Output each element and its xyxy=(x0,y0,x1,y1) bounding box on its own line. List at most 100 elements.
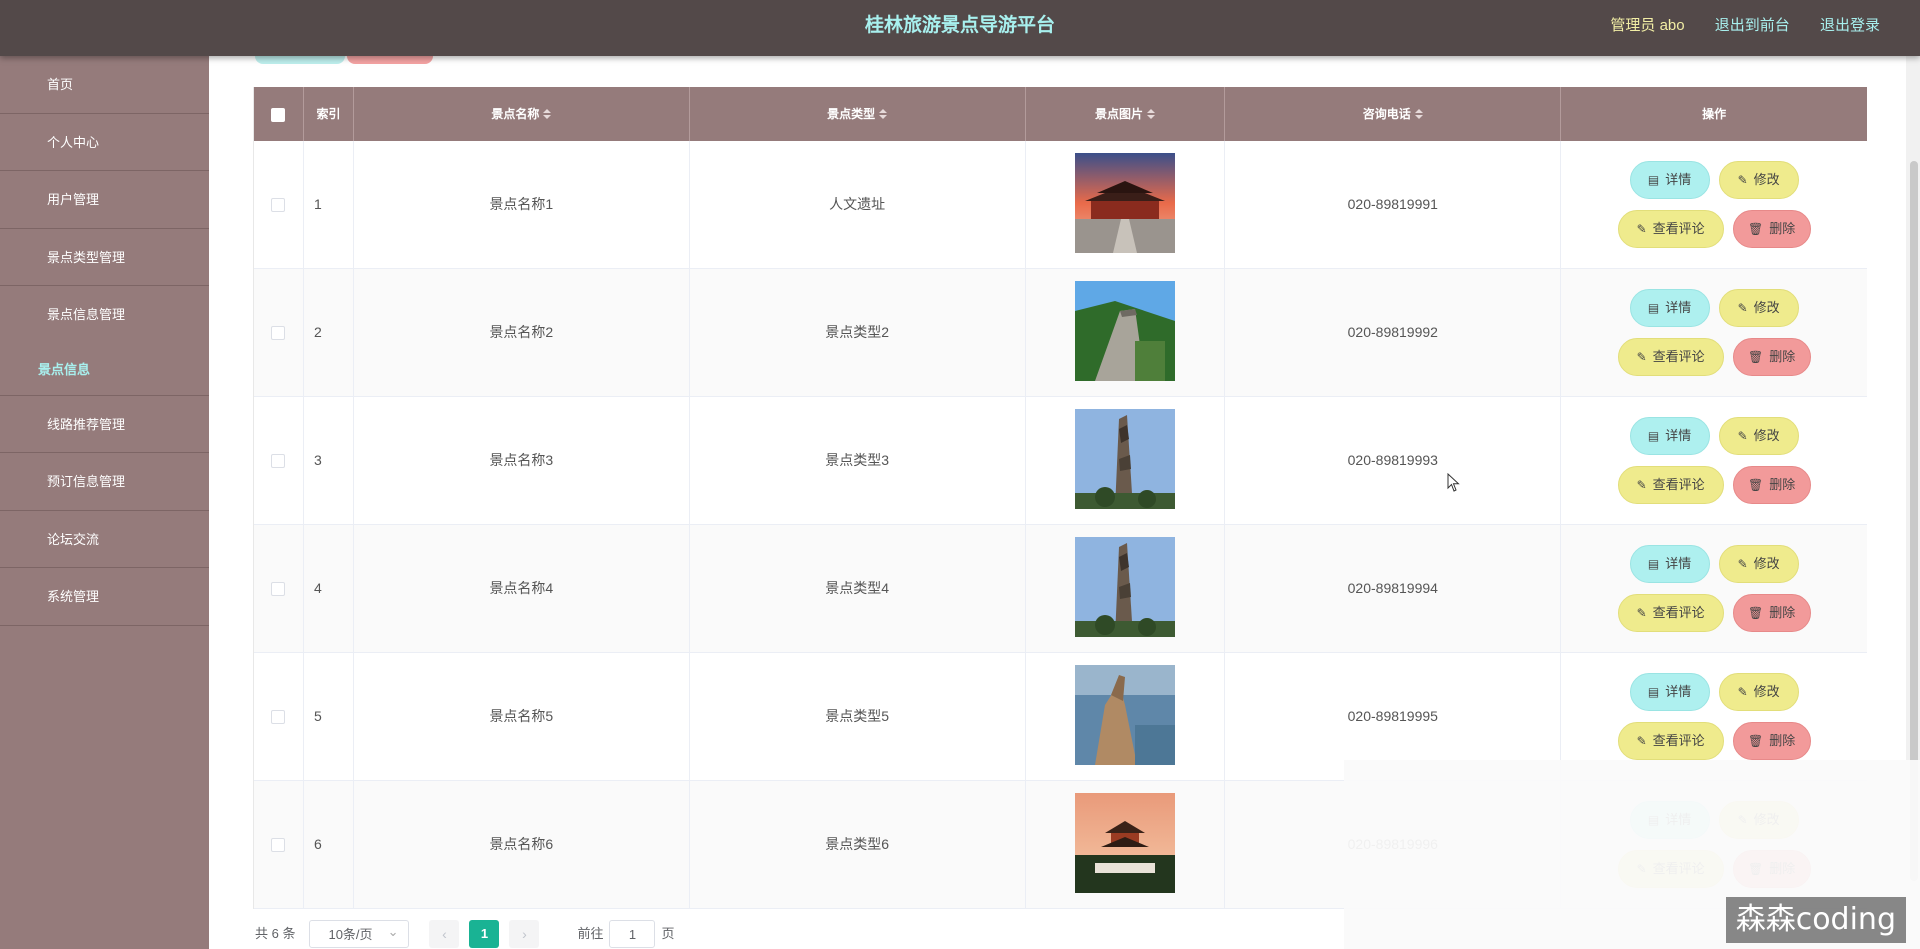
delete-button[interactable]: 🗑 删除 xyxy=(1732,594,1811,632)
edit-button[interactable]: ✎ 修改 xyxy=(1718,417,1799,455)
table-row: 4 景点名称4 景点类型4 020-89819994 ▤ 详情 ✎ 修改 ✎ 查看评论… xyxy=(254,525,1867,653)
prev-page-button[interactable]: ‹ xyxy=(429,920,460,948)
sidebar-item-routes[interactable]: 线路推荐管理 xyxy=(0,396,209,453)
blurred-overlay: 森森coding xyxy=(1344,760,1920,949)
route-icon xyxy=(18,418,32,432)
pencil-icon: ✎ xyxy=(1737,429,1748,443)
row-spot-type: 人文遗址 xyxy=(690,141,1026,268)
row-select-cell xyxy=(254,397,304,524)
row-spot-image-cell xyxy=(1026,397,1226,524)
document-icon: ▤ xyxy=(1647,301,1660,315)
spot-image[interactable] xyxy=(1074,665,1175,765)
row-checkbox[interactable] xyxy=(271,582,286,597)
comment-label: 查看评论 xyxy=(1652,605,1705,620)
row-index: 6 xyxy=(304,781,354,908)
edit-label: 修改 xyxy=(1753,300,1780,315)
view-comments-button[interactable]: ✎ 查看评论 xyxy=(1617,210,1724,248)
col-type[interactable]: 景点类型 xyxy=(690,87,1026,141)
detail-button[interactable]: ▤ 详情 xyxy=(1629,545,1710,583)
goto-label: 前往 xyxy=(577,926,604,941)
col-name[interactable]: 景点名称 xyxy=(354,87,690,141)
col-phone[interactable]: 咨询电话 xyxy=(1225,87,1562,141)
goto-page-input[interactable]: 1 xyxy=(609,920,656,948)
select-all-checkbox[interactable] xyxy=(271,107,286,122)
delete-button[interactable]: 🗑 删除 xyxy=(1732,466,1811,504)
delete-button[interactable]: 🗑 删除 xyxy=(1732,722,1811,760)
delete-label: 删除 xyxy=(1769,221,1796,236)
pencil-icon: ✎ xyxy=(1737,301,1748,315)
delete-button[interactable]: 🗑 删除 xyxy=(1732,338,1811,376)
spot-image[interactable] xyxy=(1074,153,1175,253)
sidebar-item-users[interactable]: 用户管理 xyxy=(0,171,209,229)
logout-link[interactable]: 退出登录 xyxy=(1820,17,1880,34)
view-comments-button[interactable]: ✎ 查看评论 xyxy=(1617,466,1724,504)
row-select-cell xyxy=(254,525,304,652)
info-icon xyxy=(18,308,32,322)
detail-button[interactable]: ▤ 详情 xyxy=(1629,417,1710,455)
row-spot-type: 景点类型6 xyxy=(690,781,1026,908)
row-index: 1 xyxy=(304,141,354,268)
sidebar-item-system[interactable]: 系统管理 xyxy=(0,568,209,626)
row-spot-name: 景点名称6 xyxy=(354,781,690,908)
edit-button[interactable]: ✎ 修改 xyxy=(1718,673,1799,711)
spot-image[interactable] xyxy=(1074,281,1175,381)
document-icon: ▤ xyxy=(1647,429,1660,443)
row-phone: 020-89819992 xyxy=(1225,269,1562,396)
spot-image[interactable] xyxy=(1074,793,1175,893)
row-checkbox[interactable] xyxy=(271,326,286,341)
pencil-icon: ✎ xyxy=(1636,222,1647,236)
row-checkbox[interactable] xyxy=(271,198,286,213)
sidebar-item-bookings[interactable]: 预订信息管理 xyxy=(0,453,209,511)
row-spot-name: 景点名称2 xyxy=(354,269,690,396)
sidebar-item-spot-info[interactable]: 景点信息管理 xyxy=(0,286,209,344)
view-comments-button[interactable]: ✎ 查看评论 xyxy=(1617,338,1724,376)
row-checkbox[interactable] xyxy=(271,454,286,469)
trash-icon: 🗑 xyxy=(1747,350,1764,364)
detail-button[interactable]: ▤ 详情 xyxy=(1629,289,1710,327)
edit-button[interactable]: ✎ 修改 xyxy=(1718,161,1799,199)
back-to-front-link[interactable]: 退出到前台 xyxy=(1715,17,1790,34)
row-actions: ▤ 详情 ✎ 修改 ✎ 查看评论 🗑 删除 xyxy=(1561,525,1867,652)
sort-icon[interactable] xyxy=(543,109,552,120)
row-spot-image-cell xyxy=(1026,525,1226,652)
next-page-button[interactable]: › xyxy=(509,920,540,948)
sort-icon[interactable] xyxy=(1146,109,1155,120)
view-comments-button[interactable]: ✎ 查看评论 xyxy=(1617,594,1724,632)
row-checkbox[interactable] xyxy=(271,838,286,853)
sidebar-item-label: 个人中心 xyxy=(47,134,100,150)
trash-icon: 🗑 xyxy=(1747,606,1764,620)
row-index: 5 xyxy=(304,653,354,780)
header-actions: 管理员 abo 退出到前台 退出登录 xyxy=(1584,0,1880,52)
home-icon xyxy=(18,78,32,92)
sidebar-item-spot-types[interactable]: 景点类型管理 xyxy=(0,229,209,286)
detail-button[interactable]: ▤ 详情 xyxy=(1629,673,1710,711)
sidebar-subitem-spot-info[interactable]: 景点信息 xyxy=(0,344,209,396)
edit-label: 修改 xyxy=(1753,556,1780,571)
detail-label: 详情 xyxy=(1665,684,1692,699)
col-index: 索引 xyxy=(304,87,354,141)
edit-button[interactable]: ✎ 修改 xyxy=(1718,289,1799,327)
sidebar-item-label: 论坛交流 xyxy=(47,531,100,547)
detail-button[interactable]: ▤ 详情 xyxy=(1629,161,1710,199)
sort-icon[interactable] xyxy=(879,109,888,120)
pencil-icon: ✎ xyxy=(1737,557,1748,571)
sort-icon[interactable] xyxy=(1414,109,1423,120)
spot-image[interactable] xyxy=(1074,409,1175,509)
sidebar-item-home[interactable]: 首页 xyxy=(0,56,209,114)
page-size-select[interactable]: 10条/页 xyxy=(309,918,410,948)
pencil-icon: ✎ xyxy=(1737,685,1748,699)
edit-button[interactable]: ✎ 修改 xyxy=(1718,545,1799,583)
view-comments-button[interactable]: ✎ 查看评论 xyxy=(1617,722,1724,760)
col-image[interactable]: 景点图片 xyxy=(1026,87,1226,141)
row-actions: ▤ 详情 ✎ 修改 ✎ 查看评论 🗑 删除 xyxy=(1561,397,1867,524)
delete-button[interactable]: 🗑 删除 xyxy=(1732,210,1811,248)
page-number-current[interactable]: 1 xyxy=(469,920,500,948)
sidebar-item-forum[interactable]: 论坛交流 xyxy=(0,511,209,568)
sidebar-item-profile[interactable]: 个人中心 xyxy=(0,114,209,171)
spot-image[interactable] xyxy=(1074,537,1175,637)
row-spot-type: 景点类型3 xyxy=(690,397,1026,524)
row-checkbox[interactable] xyxy=(271,710,286,725)
pencil-icon: ✎ xyxy=(1636,478,1647,492)
table-row: 2 景点名称2 景点类型2 020-89819992 ▤ 详情 ✎ 修改 ✎ 查看评论… xyxy=(254,269,1867,397)
row-spot-type: 景点类型4 xyxy=(690,525,1026,652)
